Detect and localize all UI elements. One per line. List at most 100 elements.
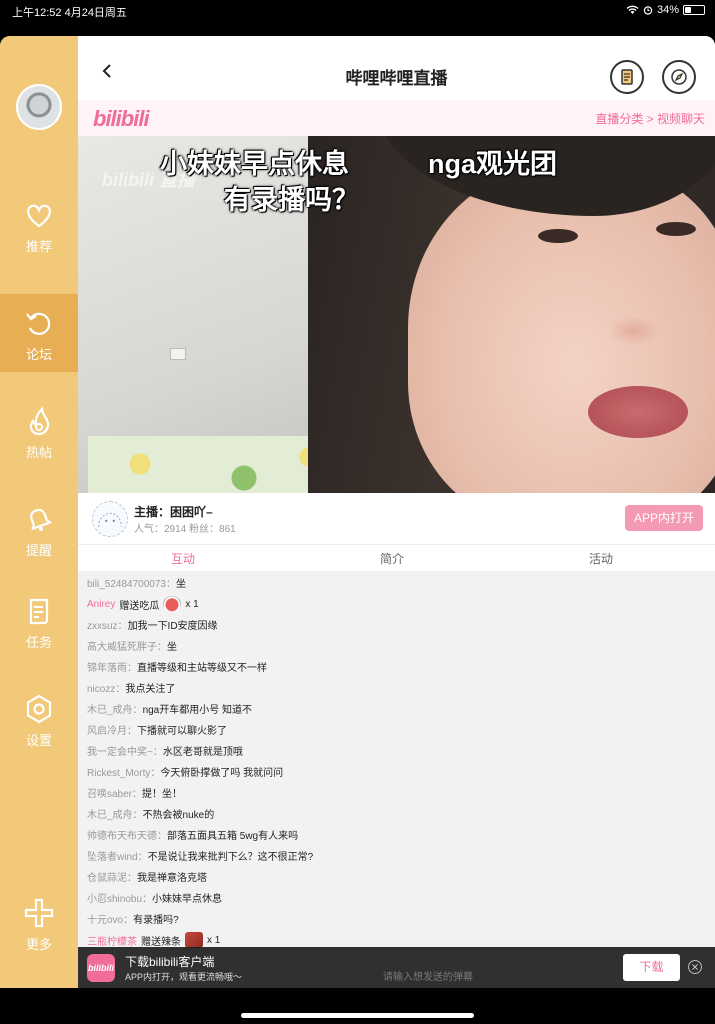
chat-username[interactable]: 坠落者wind：: [87, 848, 148, 863]
chat-username[interactable]: Anirey: [87, 599, 115, 610]
chat-text: 我是禅意洛克塔: [137, 873, 207, 884]
chat-list[interactable]: bili_52484700073：坐 Anirey 赠送吃瓜 x 1 zxxsuz： 加我…: [78, 571, 715, 951]
chat-username[interactable]: 十元ovo：: [87, 911, 133, 926]
sidebar-item-label: 提醒: [25, 543, 52, 558]
video-eye-left: [538, 229, 578, 243]
chat-username[interactable]: Rickest_Morty：: [87, 764, 160, 779]
sidebar-item-label: 任务: [25, 635, 52, 650]
chat-username[interactable]: 小忍shinobu：: [87, 890, 152, 905]
chat-username[interactable]: 帅德布天布天德：: [87, 827, 167, 842]
chat-message: 帅德布天布天德： 部落五面具五箱 5wg有人来吗: [87, 827, 298, 842]
chat-text: 我点关注了: [125, 684, 176, 695]
tab-interaction[interactable]: 互动: [128, 550, 238, 573]
chat-username[interactable]: 仓鼠蒜泥：: [87, 869, 137, 884]
video-lips: [588, 386, 688, 438]
chat-text: 赠送吃瓜: [119, 600, 160, 612]
chat-text: 直播等级和主站等级又不一样: [137, 663, 267, 674]
download-button[interactable]: 下载: [623, 954, 680, 981]
chat-text: 加我一下ID安度因缘: [127, 621, 218, 632]
main-panel: 哔哩哔哩直播 bilibili 直播分类 > 视频聊天 bilibili 直播: [78, 36, 715, 988]
bilibili-logo[interactable]: bilibili: [93, 106, 150, 132]
bilibili-header: bilibili 直播分类 > 视频聊天: [78, 100, 715, 136]
chat-username[interactable]: 召唤saber：: [87, 785, 142, 800]
chat-username[interactable]: 锦年落雨：: [87, 659, 137, 674]
sidebar-item-task[interactable]: 任务: [0, 582, 78, 660]
close-icon[interactable]: [688, 960, 702, 974]
chat-message: 十元ovo： 有录播吗?: [87, 911, 179, 926]
chat-message: zxxsuz： 加我一下ID安度因缘: [87, 617, 218, 632]
battery-icon: [683, 5, 705, 15]
danmaku-caption: nga观光团: [428, 149, 558, 179]
chat-message: 我一定会中奖~： 水区老哥就是顶哦: [87, 743, 243, 758]
plus-icon: [24, 898, 54, 928]
flame-icon: [29, 406, 50, 436]
status-time-date: 上午12:52 4月24日周五: [12, 7, 127, 19]
tab-activity[interactable]: 活动: [546, 550, 656, 567]
open-in-app-button[interactable]: APP内打开: [624, 505, 703, 531]
sidebar-item-recommend[interactable]: 推荐: [0, 186, 78, 264]
top-bar: 哔哩哔哩直播: [78, 36, 715, 100]
download-subtitle: APP内打开，观看更流畅哦～: [125, 972, 243, 982]
chat-message: 锦年落雨： 直播等级和主站等级又不一样: [87, 659, 267, 674]
video-eye-right: [656, 222, 696, 236]
battery-percent: 34%: [656, 4, 679, 16]
bookmark-list-button[interactable]: [610, 60, 644, 94]
anchor-name: 主播：困困吖–: [134, 505, 213, 519]
live-video[interactable]: bilibili 直播 小妹妹早点休息 nga观光团 有录播吗？: [78, 136, 715, 493]
alarm-icon: [643, 6, 653, 15]
home-indicator[interactable]: [241, 1013, 474, 1018]
sidebar-item-more[interactable]: 更多: [0, 884, 78, 962]
chat-message: 三瓶柠檬茶 赠送辣条 x 1: [87, 932, 220, 948]
sidebar-item-label: 设置: [25, 733, 52, 748]
chat-message: 木已_成舟： 不热会被nuke的: [87, 806, 214, 821]
chat-username[interactable]: 木已_成舟：: [87, 806, 143, 821]
sidebar-item-forum[interactable]: 论坛: [0, 294, 78, 372]
danmaku-input-placeholder[interactable]: 请输入想发送的弹幕: [383, 968, 473, 983]
video-face: [408, 166, 715, 493]
sidebar: 推荐 论坛 热帖 提醒 任务 设置 更多: [0, 36, 78, 988]
user-avatar[interactable]: [16, 84, 62, 130]
chat-username[interactable]: 木已_成舟：: [87, 701, 143, 716]
chat-text: 不热会被nuke的: [142, 810, 215, 821]
gift-icon: [185, 932, 203, 948]
chat-username[interactable]: 三瓶柠檬茶: [87, 933, 137, 948]
chat-username[interactable]: zxxsuz：: [87, 617, 128, 632]
danmaku-caption: 有录播吗？: [224, 185, 359, 215]
sidebar-item-remind[interactable]: 提醒: [0, 490, 78, 568]
anchor-info: 主播：困困吖– 人气：2914 粉丝：861 APP内打开: [78, 493, 715, 545]
chat-username[interactable]: 我一定会中奖~：: [87, 743, 163, 758]
chat-text: 提！坐！: [142, 789, 183, 800]
danmaku-caption: 小妹妹早点休息: [160, 149, 349, 179]
chat-text: 部落五面具五箱 5wg有人来吗: [167, 831, 299, 842]
status-right: 34%: [626, 4, 705, 16]
breadcrumb[interactable]: 直播分类 > 视频聊天: [595, 110, 705, 127]
status-bar: 上午12:52 4月24日周五 34%: [0, 0, 715, 22]
chat-message: 高大威猛死胖子：坐: [87, 638, 177, 653]
chat-text: 坐: [167, 642, 177, 653]
chat-text: 今天俯卧撑做了吗 我就问问: [160, 768, 284, 779]
tab-intro[interactable]: 简介: [337, 550, 447, 567]
sidebar-item-label: 论坛: [25, 347, 52, 362]
bell-icon: [30, 508, 53, 531]
chat-username[interactable]: 高大威猛死胖子：: [87, 638, 167, 653]
chat-message: 风启冷月： 下播就可以聊火影了: [87, 722, 227, 737]
download-title: 下载bilibili客户端: [125, 955, 215, 969]
chat-message: bili_52484700073：坐: [87, 575, 186, 590]
task-icon: [29, 598, 49, 625]
chat-message: 木已_成舟： nga开车都用小号 知道不: [87, 701, 252, 716]
sidebar-item-settings[interactable]: 设置: [0, 680, 78, 758]
video-nose: [608, 316, 660, 346]
anchor-stats: 人气：2914 粉丝：861: [134, 524, 236, 535]
compass-button[interactable]: [662, 60, 696, 94]
chat-message: 仓鼠蒜泥： 我是禅意洛克塔: [87, 869, 207, 884]
anchor-avatar[interactable]: [92, 501, 128, 537]
chat-username[interactable]: 风启冷月：: [87, 722, 137, 737]
chat-username[interactable]: bili_52484700073：: [87, 575, 176, 590]
chat-message: Anirey 赠送吃瓜 x 1: [87, 596, 199, 612]
refresh-icon: [26, 312, 51, 335]
sidebar-item-hot[interactable]: 热帖: [0, 392, 78, 470]
chat-username[interactable]: nicozz：: [87, 680, 125, 695]
heart-icon: [27, 204, 51, 228]
sidebar-item-label: 推荐: [25, 239, 52, 254]
gift-count: x 1: [185, 598, 199, 610]
